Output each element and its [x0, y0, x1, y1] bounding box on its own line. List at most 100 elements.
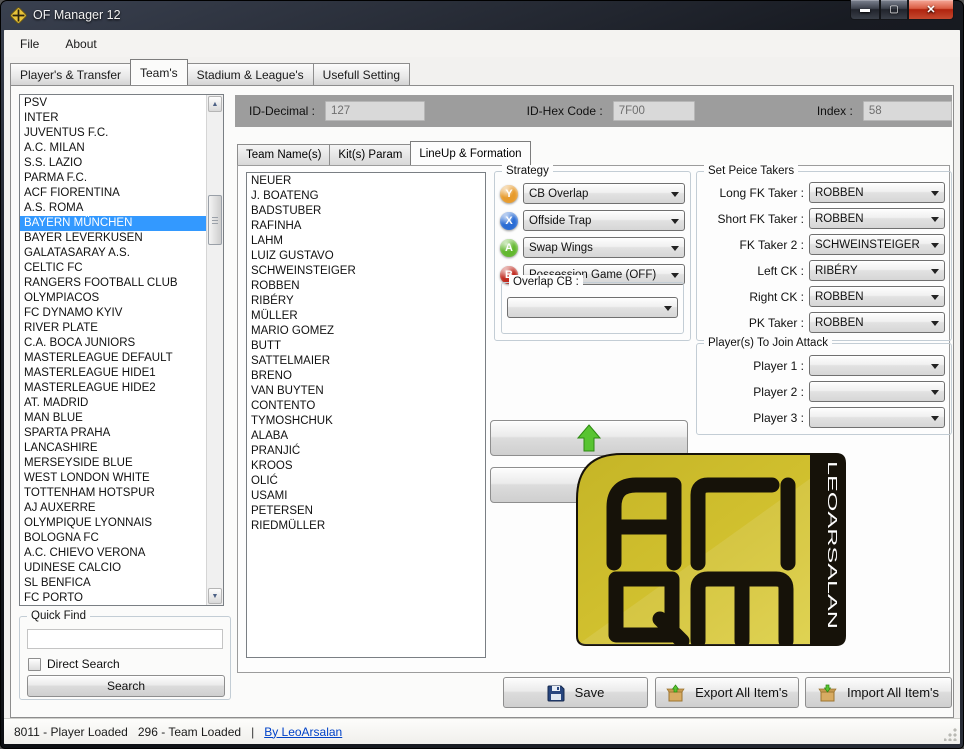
team-list-item[interactable]: GALATASARAY A.S.: [20, 246, 206, 261]
title-bar[interactable]: OF Manager 12 ▬ ▢ ✕: [0, 0, 964, 30]
team-list-item[interactable]: BAYER LEVERKUSEN: [20, 231, 206, 246]
team-list-item[interactable]: TOTTENHAM HOTSPUR: [20, 486, 206, 501]
player-list-item[interactable]: MÜLLER: [247, 309, 485, 324]
team-list-item[interactable]: MAN BLUE: [20, 411, 206, 426]
team-list-scrollbar[interactable]: ▲ ▼: [206, 95, 223, 605]
player-list-item[interactable]: USAMI: [247, 489, 485, 504]
team-list-item[interactable]: RANGERS FOOTBALL CLUB: [20, 276, 206, 291]
team-list-item[interactable]: ACF FIORENTINA: [20, 186, 206, 201]
team-list-item[interactable]: PARMA F.C.: [20, 171, 206, 186]
team-list-item[interactable]: RIVER PLATE: [20, 321, 206, 336]
scroll-down-icon[interactable]: ▼: [208, 588, 222, 604]
credit-link[interactable]: By LeoArsalan: [264, 725, 342, 739]
menu-item[interactable]: About: [55, 32, 106, 56]
id-bar: ID-Decimal : 127 ID-Hex Code : 7F00 Inde…: [235, 95, 952, 127]
join-attack-dropdown[interactable]: [809, 381, 945, 402]
team-list-item[interactable]: MASTERLEAGUE DEFAULT: [20, 351, 206, 366]
player-list-item[interactable]: J. BOATENG: [247, 189, 485, 204]
strategy-dropdown[interactable]: Offside Trap: [523, 210, 685, 231]
move-up-button[interactable]: [490, 420, 688, 456]
player-list-item[interactable]: RIBÉRY: [247, 294, 485, 309]
player-list-item[interactable]: BADSTUBER: [247, 204, 485, 219]
search-button[interactable]: Search: [27, 675, 225, 697]
team-list-item[interactable]: FC DYNAMO KYIV: [20, 306, 206, 321]
scroll-up-icon[interactable]: ▲: [208, 96, 222, 112]
join-attack-dropdown[interactable]: [809, 407, 945, 428]
team-list-item[interactable]: AT. MADRID: [20, 396, 206, 411]
team-list-item[interactable]: SPARTA PRAHA: [20, 426, 206, 441]
player-list-item[interactable]: SATTELMAIER: [247, 354, 485, 369]
team-list-item[interactable]: BOLOGNA FC: [20, 531, 206, 546]
strategy-dropdown[interactable]: Swap Wings: [523, 237, 685, 258]
set-piece-dropdown[interactable]: ROBBEN: [809, 182, 945, 203]
player-list-item[interactable]: VAN BUYTEN: [247, 384, 485, 399]
main-tab[interactable]: Usefull Setting: [313, 63, 410, 85]
scrollbar-thumb[interactable]: [208, 195, 222, 245]
team-list-item[interactable]: OLYMPIACOS: [20, 291, 206, 306]
set-piece-dropdown[interactable]: ROBBEN: [809, 286, 945, 307]
menu-item[interactable]: File: [10, 32, 49, 56]
team-list-item[interactable]: A.S. ROMA: [20, 201, 206, 216]
player-list-item[interactable]: LUIZ GUSTAVO: [247, 249, 485, 264]
join-attack-dropdown[interactable]: [809, 355, 945, 376]
set-piece-dropdown[interactable]: SCHWEINSTEIGER: [809, 234, 945, 255]
strategy-dropdown[interactable]: CB Overlap: [523, 183, 685, 204]
main-tab[interactable]: Player's & Transfer: [10, 63, 131, 85]
main-tab[interactable]: Stadium & League's: [187, 63, 314, 85]
player-list-item[interactable]: ALABA: [247, 429, 485, 444]
resize-grip[interactable]: [944, 728, 957, 741]
team-listbox[interactable]: PSVINTERJUVENTUS F.C.A.C. MILANS.S. LAZI…: [19, 94, 224, 606]
overlap-cb-dropdown[interactable]: [507, 297, 678, 318]
team-list-item[interactable]: LANCASHIRE: [20, 441, 206, 456]
team-list-item[interactable]: MASTERLEAGUE HIDE1: [20, 366, 206, 381]
player-list-item[interactable]: RIEDMÜLLER: [247, 519, 485, 534]
detail-tab[interactable]: LineUp & Formation: [410, 141, 530, 165]
player-list-item[interactable]: BUTT: [247, 339, 485, 354]
team-list-item[interactable]: CELTIC FC: [20, 261, 206, 276]
player-list-item[interactable]: PRANJIĆ: [247, 444, 485, 459]
close-button[interactable]: ✕: [908, 0, 954, 20]
player-list-item[interactable]: TYMOSHCHUK: [247, 414, 485, 429]
export-all-button[interactable]: Export All Item's: [655, 677, 799, 708]
direct-search-checkbox[interactable]: [28, 658, 41, 671]
team-list-item[interactable]: MASTERLEAGUE HIDE2: [20, 381, 206, 396]
player-list-item[interactable]: RAFINHA: [247, 219, 485, 234]
team-list-item[interactable]: FC PORTO: [20, 591, 206, 606]
team-list-item[interactable]: A.C. CHIEVO VERONA: [20, 546, 206, 561]
save-button[interactable]: Save: [503, 677, 648, 708]
player-list-item[interactable]: CONTENTO: [247, 399, 485, 414]
team-list-item[interactable]: JUVENTUS F.C.: [20, 126, 206, 141]
team-list-item[interactable]: S.S. LAZIO: [20, 156, 206, 171]
team-list-item[interactable]: C.A. BOCA JUNIORS: [20, 336, 206, 351]
team-list-item[interactable]: SL BENFICA: [20, 576, 206, 591]
set-piece-dropdown[interactable]: ROBBEN: [809, 312, 945, 333]
maximize-button[interactable]: ▢: [880, 0, 908, 20]
player-list-item[interactable]: PETERSEN: [247, 504, 485, 519]
player-list-item[interactable]: BRENO: [247, 369, 485, 384]
player-list-item[interactable]: KROOS: [247, 459, 485, 474]
team-list-item[interactable]: A.C. MILAN: [20, 141, 206, 156]
import-all-button[interactable]: Import All Item's: [805, 677, 952, 708]
team-list-item[interactable]: OLYMPIQUE LYONNAIS: [20, 516, 206, 531]
player-list-item[interactable]: LAHM: [247, 234, 485, 249]
player-listbox[interactable]: NEUERJ. BOATENGBADSTUBERRAFINHALAHMLUIZ …: [246, 172, 486, 658]
detail-tab[interactable]: Team Name(s): [237, 144, 330, 165]
detail-tab[interactable]: Kit(s) Param: [329, 144, 411, 165]
team-list-item[interactable]: PSV: [20, 96, 206, 111]
player-list-item[interactable]: SCHWEINSTEIGER: [247, 264, 485, 279]
minimize-button[interactable]: ▬: [850, 0, 880, 20]
set-piece-dropdown[interactable]: RIBÉRY: [809, 260, 945, 281]
team-list-item[interactable]: BAYERN MÜNCHEN: [20, 216, 206, 231]
team-list-item[interactable]: WEST LONDON WHITE: [20, 471, 206, 486]
team-list-item[interactable]: AJ AUXERRE: [20, 501, 206, 516]
team-list-item[interactable]: UDINESE CALCIO: [20, 561, 206, 576]
player-list-item[interactable]: OLIĆ: [247, 474, 485, 489]
player-list-item[interactable]: NEUER: [247, 174, 485, 189]
player-list-item[interactable]: ROBBEN: [247, 279, 485, 294]
team-list-item[interactable]: INTER: [20, 111, 206, 126]
team-list-item[interactable]: MERSEYSIDE BLUE: [20, 456, 206, 471]
set-piece-dropdown[interactable]: ROBBEN: [809, 208, 945, 229]
quick-find-input[interactable]: [27, 629, 223, 649]
player-list-item[interactable]: MARIO GOMEZ: [247, 324, 485, 339]
main-tab[interactable]: Team's: [130, 59, 188, 85]
